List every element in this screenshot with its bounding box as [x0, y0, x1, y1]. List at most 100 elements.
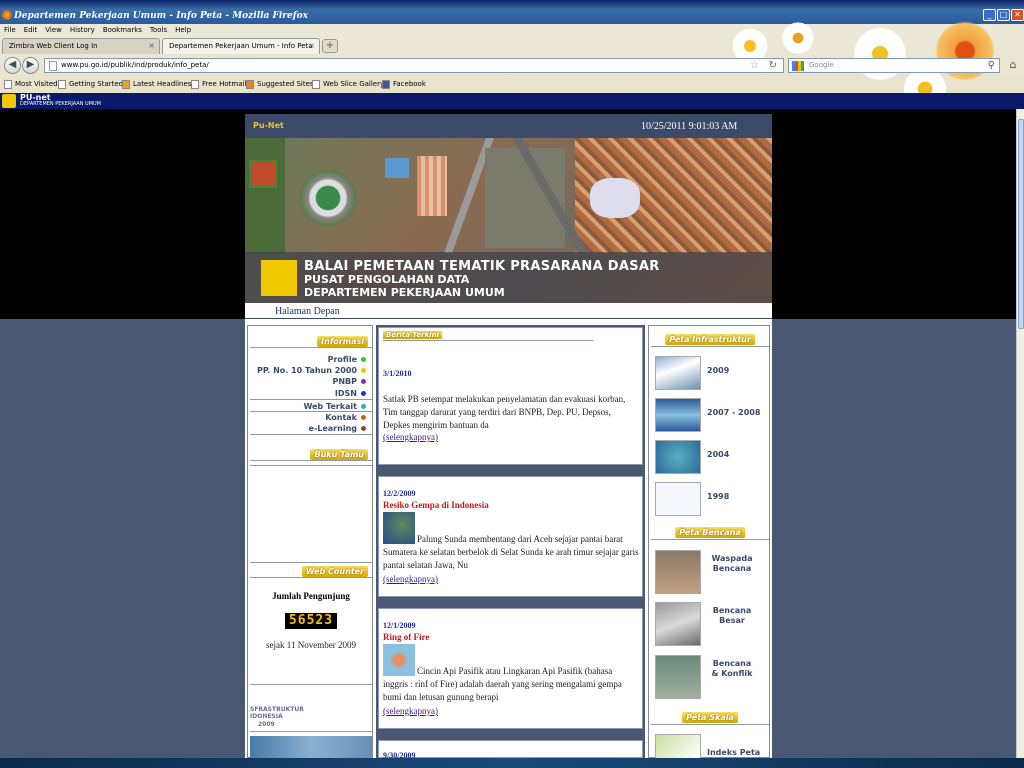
- bookmark-star-icon[interactable]: ☆: [750, 59, 759, 72]
- infra-2004-link[interactable]: 2004: [655, 440, 767, 474]
- tab-strip: Zimbra Web Client Log In × Departemen Pe…: [0, 37, 1024, 54]
- scrollbar-thumb[interactable]: [1018, 119, 1024, 329]
- back-button[interactable]: ◀: [4, 57, 21, 74]
- facebook-icon: [382, 79, 390, 89]
- tab-label: Zimbra Web Client Log In: [9, 42, 98, 50]
- news-title[interactable]: Resiko Gempa di Indonesia: [383, 500, 489, 510]
- peta-skala-title: Peta Skala: [682, 712, 738, 723]
- menu-edit[interactable]: Edit: [20, 24, 42, 34]
- menu-history[interactable]: History: [66, 24, 99, 34]
- web-counter-header: Web Counter: [248, 566, 374, 578]
- home-icon[interactable]: ⌂: [1005, 57, 1021, 73]
- read-more-link[interactable]: (selengkapnya): [383, 432, 438, 442]
- tab-label: Departemen Pekerjaan Umum - Info Peta: [169, 42, 313, 50]
- buku-tamu-title[interactable]: Buku Tamu: [310, 449, 368, 460]
- vertical-scrollbar[interactable]: [1016, 109, 1024, 758]
- indeks-peta-link[interactable]: Indeks Peta: [655, 734, 767, 760]
- menu-file[interactable]: File: [0, 24, 20, 34]
- bookmark-free-hotmail[interactable]: Free Hotmail: [191, 76, 246, 93]
- news-body: Satlak PB setempat melakukan penyelamata…: [383, 394, 626, 430]
- infra-1998-link[interactable]: 1998: [655, 482, 767, 516]
- site-brand: Pu-Net: [253, 121, 284, 130]
- bullet-icon: [361, 391, 366, 396]
- peta-bencana-title: Peta Bencana: [675, 527, 745, 538]
- bencana-label: Waspada Bencana: [711, 554, 753, 573]
- pu-net-bar: PU-net DEPARTEMEN PEKERJAAN UMUM: [0, 93, 1024, 109]
- minimize-button[interactable]: _: [983, 9, 996, 21]
- infra-banner-line-1: SFRASTRUKTUR: [250, 706, 304, 713]
- close-tab-icon[interactable]: ×: [308, 39, 315, 53]
- banner-line-3: DEPARTEMEN PEKERJAAN UMUM: [304, 286, 505, 299]
- read-more-link[interactable]: (selengkapnya): [383, 706, 438, 716]
- close-tab-icon[interactable]: ×: [148, 39, 155, 53]
- read-more-link[interactable]: (selengkapnya): [383, 574, 438, 584]
- buku-tamu-header[interactable]: Buku Tamu: [248, 449, 374, 461]
- bullet-icon: [361, 379, 366, 384]
- peta-infrastruktur-header: Peta Infrastruktur: [649, 334, 771, 347]
- infra-label: 2004: [707, 450, 730, 459]
- url-bar[interactable]: www.pu.go.id/publik/ind/produk/info_peta…: [44, 58, 784, 73]
- menu-bookmarks[interactable]: Bookmarks: [99, 24, 146, 34]
- close-button[interactable]: ✕: [1011, 9, 1024, 21]
- bencana-konflik-link[interactable]: Bencana & Konflik: [655, 655, 767, 699]
- bookmark-icon: [58, 79, 66, 89]
- menu-bar: File Edit View History Bookmarks Tools Help: [0, 24, 720, 37]
- tab-zimbra[interactable]: Zimbra Web Client Log In ×: [2, 38, 160, 54]
- menu-help[interactable]: Help: [171, 24, 195, 34]
- new-tab-button[interactable]: +: [322, 39, 338, 53]
- bookmarks-toolbar: Most Visited Getting Started Latest Head…: [0, 76, 1024, 93]
- bookmark-getting-started[interactable]: Getting Started: [58, 76, 123, 93]
- search-box[interactable]: Google ⚲: [788, 58, 1000, 73]
- bookmark-facebook[interactable]: Facebook: [382, 76, 426, 93]
- maximize-button[interactable]: □: [997, 9, 1010, 21]
- bookmark-suggested-sites[interactable]: Suggested Sites: [246, 76, 314, 93]
- firefox-icon: [2, 10, 12, 20]
- bencana-besar-link[interactable]: Bencana Besar: [655, 602, 767, 646]
- forward-button[interactable]: ▶: [22, 57, 39, 74]
- menu-kontak[interactable]: Kontak: [325, 413, 366, 422]
- counter-since: sejak 11 November 2009: [266, 640, 356, 650]
- bookmark-icon: [312, 79, 320, 89]
- bookmark-web-slice-gallery[interactable]: Web Slice Gallery: [312, 76, 384, 93]
- bencana-thumbnail: [655, 655, 701, 699]
- bookmark-latest-headlines[interactable]: Latest Headlines: [122, 76, 191, 93]
- window-titlebar: Departemen Pekerjaan Umum - Info Peta - …: [0, 0, 1024, 24]
- window-title: Departemen Pekerjaan Umum - Info Peta - …: [14, 11, 309, 21]
- search-placeholder: Google: [809, 61, 834, 69]
- bookmark-most-visited[interactable]: Most Visited: [4, 76, 58, 93]
- menu-profile[interactable]: Profile: [328, 355, 366, 364]
- news-column: Berita Terkini 3/1/2010 Satlak PB setemp…: [376, 325, 645, 760]
- visitors-label: Jumlah Pengunjung: [272, 591, 350, 601]
- peta-bencana-header: Peta Bencana: [649, 527, 771, 540]
- infra-banner-image[interactable]: [250, 736, 372, 758]
- aerial-block: [417, 156, 447, 216]
- menu-pp-no-10[interactable]: PP. No. 10 Tahun 2000: [257, 366, 366, 375]
- infra-thumbnail: [655, 356, 701, 390]
- menu-idsn[interactable]: IDSN: [335, 389, 366, 398]
- menu-view[interactable]: View: [41, 24, 66, 34]
- menu-pnbp[interactable]: PNBP: [332, 377, 366, 386]
- news-body: Palung Sunda membentang dari Aceh sejaja…: [383, 534, 639, 570]
- infra-thumbnail: [655, 482, 701, 516]
- site-header-bar: Pu-Net 10/25/2011 9:01:03 AM: [245, 114, 772, 138]
- tab-info-peta[interactable]: Departemen Pekerjaan Umum - Info Peta ×: [162, 38, 320, 54]
- visitor-counter: 56523: [285, 613, 337, 629]
- reload-icon[interactable]: ↻: [769, 59, 777, 72]
- site-datetime: 10/25/2011 9:01:03 AM: [641, 121, 738, 132]
- infra-2009-link[interactable]: 2009: [655, 356, 767, 390]
- infra-2007-2008-link[interactable]: 2007 - 2008: [655, 398, 767, 432]
- pu-logo: [2, 94, 16, 108]
- bullet-icon: [361, 426, 366, 431]
- menu-e-learning[interactable]: e-Learning: [309, 424, 366, 433]
- search-icon[interactable]: ⚲: [988, 59, 995, 72]
- infra-label: 2007 - 2008: [707, 408, 761, 417]
- bullet-icon: [361, 368, 366, 373]
- news-header: Berita Terkini: [383, 330, 593, 341]
- menu-web-terkait[interactable]: Web Terkait: [303, 402, 366, 411]
- pu-net-subtitle: DEPARTEMEN PEKERJAAN UMUM: [20, 101, 101, 107]
- bencana-waspada-link[interactable]: Waspada Bencana: [655, 550, 767, 594]
- home-link[interactable]: Halaman Depan: [275, 306, 340, 317]
- news-title[interactable]: Ring of Fire: [383, 632, 429, 642]
- menu-tools[interactable]: Tools: [146, 24, 171, 34]
- news-item: 12/2/2009 Resiko Gempa di Indonesia Palu…: [378, 476, 643, 597]
